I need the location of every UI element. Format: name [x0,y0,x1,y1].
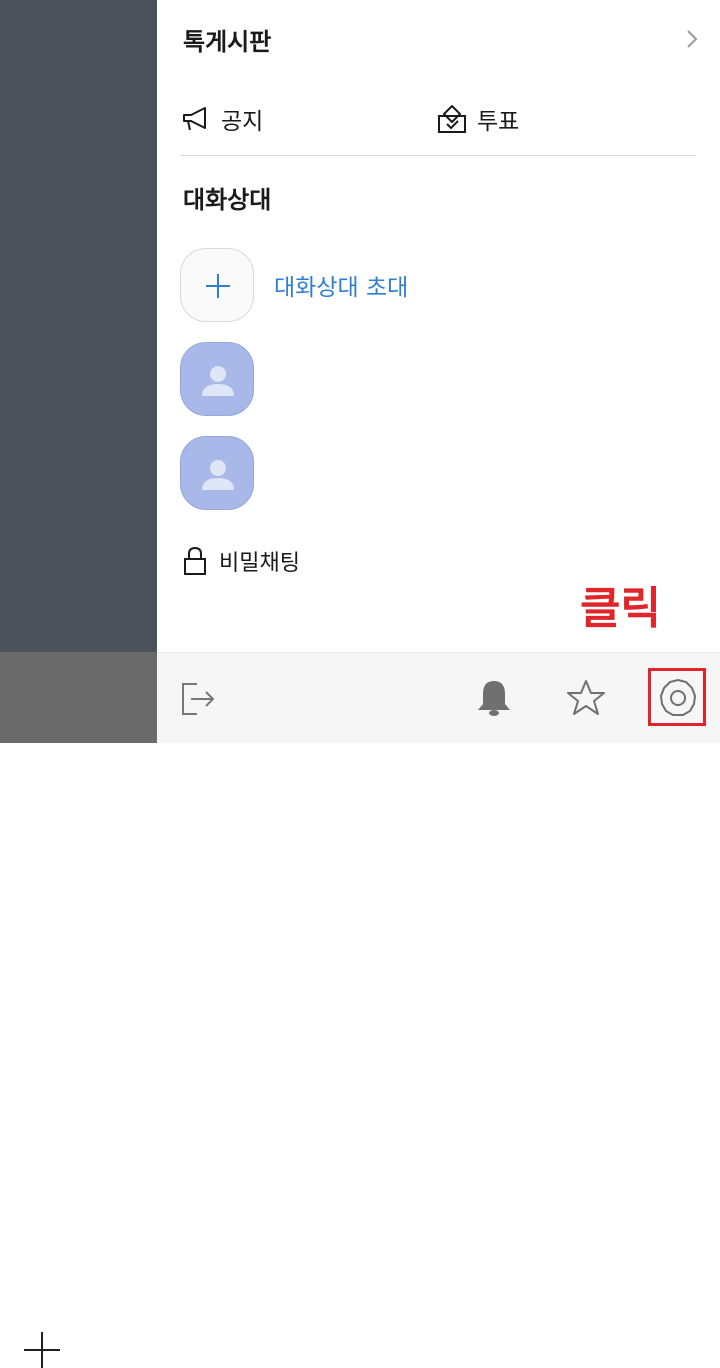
exit-icon[interactable] [179,679,219,719]
member-avatar[interactable] [180,342,254,416]
notice-label: 공지 [221,109,264,135]
plus-icon[interactable] [180,248,254,322]
divider [181,155,696,156]
secret-chat-item[interactable]: 비밀채팅 [183,545,300,577]
highlight-box [648,668,706,726]
invite-label[interactable]: 대화상대 초대 [274,268,408,302]
lock-icon [184,546,206,575]
vote-label: 투표 [477,109,520,135]
members-section-title: 대화상대 [183,186,272,214]
dimmed-input-bar [0,652,157,1368]
vote-menu-item[interactable]: 투표 [437,102,519,136]
member-avatar[interactable] [180,436,254,510]
star-icon[interactable] [565,678,607,718]
person-icon [202,460,234,490]
notice-menu-item[interactable]: 공지 [181,102,263,136]
bell-icon[interactable] [475,678,513,718]
dimmed-chat-background[interactable] [0,0,157,652]
chat-side-drawer: 톡게시판 공지 투표 대화상대 대화상대 초대 비밀채팅 [157,0,720,652]
board-title[interactable]: 톡게시판 [183,22,271,57]
chevron-right-icon[interactable] [681,28,703,50]
megaphone-icon [183,107,206,131]
drawer-bottom-toolbar [157,652,720,743]
secret-chat-label: 비밀채팅 [219,551,300,576]
add-plus-icon[interactable] [24,1332,60,1368]
person-icon [202,366,234,396]
invite-member-item[interactable]: 대화상대 초대 [180,248,408,322]
ballot-box-icon [438,105,466,133]
click-annotation: 클릭 [580,583,661,634]
